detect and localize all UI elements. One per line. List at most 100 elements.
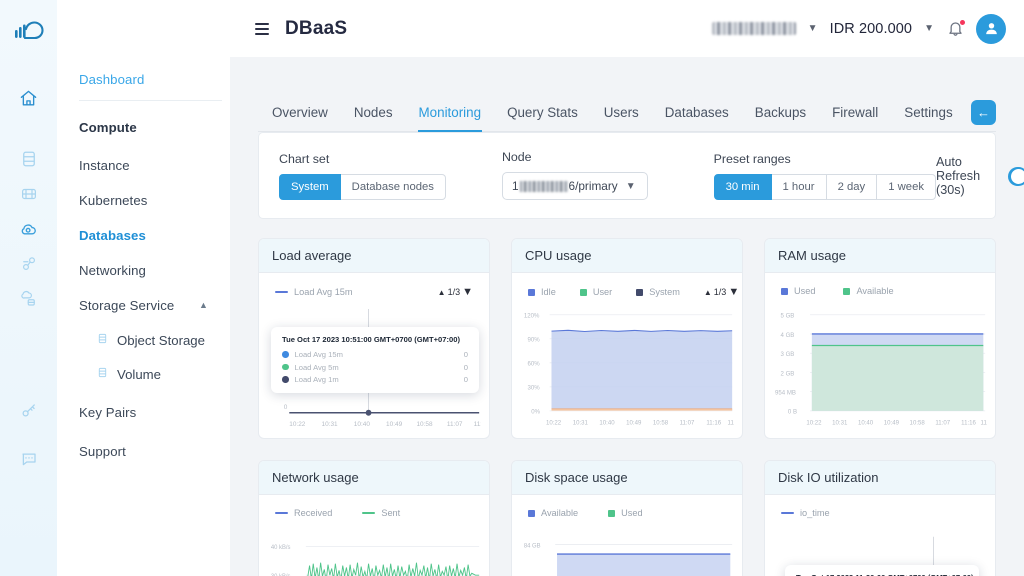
svg-text:3 GB: 3 GB	[781, 351, 795, 358]
legend-item[interactable]: Available	[843, 286, 894, 296]
chart-plot-area[interactable]: 5 GB 4 GB 3 GB 2 GB 954 MB 0 B 10:22 10:…	[775, 309, 987, 432]
database-cloud-icon[interactable]	[12, 212, 46, 246]
svg-text:11:07: 11:07	[447, 421, 463, 428]
sidebar-item-volume[interactable]: Volume	[57, 357, 230, 391]
chart-body: Used Available 5 GB 4 GB 3 GB 2 GB 954 M…	[765, 273, 995, 438]
sidebar-item-storage-service[interactable]: Storage Service ▲	[57, 288, 230, 323]
svg-text:0%: 0%	[531, 409, 540, 416]
hamburger-icon[interactable]	[255, 22, 269, 35]
sidebar-item-kubernetes[interactable]: Kubernetes	[57, 183, 230, 218]
triangle-up-icon[interactable]: ▲	[704, 288, 712, 297]
chevron-down-icon[interactable]: ▼	[924, 23, 934, 34]
legend-item[interactable]: Load Avg 15m	[275, 287, 353, 297]
legend-label: Available	[856, 286, 894, 296]
sidebar-subitem-label: Volume	[117, 366, 161, 382]
sidebar-item-key-pairs[interactable]: Key Pairs	[57, 391, 230, 430]
user-avatar-icon[interactable]	[976, 13, 1006, 44]
tab-query-stats[interactable]: Query Stats	[494, 105, 591, 131]
legend-item[interactable]: Used	[781, 286, 815, 296]
svg-text:10:40: 10:40	[354, 421, 370, 428]
network-icon[interactable]	[12, 247, 46, 281]
chart-tooltip: Tue Oct 17 2023 10:51:00 GMT+0700 (GMT+0…	[271, 327, 479, 393]
sidebar-item-support[interactable]: Support	[57, 430, 230, 469]
chart-plot-area[interactable]: Tue Oct 17 2023 11:20:00 GMT+0700 (GMT+0…	[775, 531, 987, 576]
arrow-left-icon[interactable]: ←	[971, 100, 996, 125]
sidebar-item-instance[interactable]: Instance	[57, 148, 230, 183]
legend-item[interactable]: User	[579, 287, 612, 297]
preset-range-2-day[interactable]: 2 day	[826, 174, 878, 200]
sidebar-item-databases[interactable]: Databases	[57, 218, 230, 253]
legend-pager[interactable]: ▲ 1/3 ▼	[438, 286, 477, 298]
chart-plot-area[interactable]: 84 GB 56 GB	[522, 531, 734, 576]
server-icon[interactable]	[12, 142, 46, 176]
legend-item[interactable]: io_time	[781, 508, 830, 518]
sidebar-item-networking[interactable]: Networking	[57, 253, 230, 288]
chart-plot-area[interactable]: 120% 90% 60% 30% 0% 10:22 10:31 10:40 10…	[522, 309, 734, 432]
legend-pager[interactable]: ▲ 1/3 ▼	[704, 286, 742, 298]
legend-swatch	[781, 287, 788, 295]
svg-text:90%: 90%	[528, 337, 541, 344]
tooltip-dot	[282, 363, 289, 371]
svg-text:40 kB/s: 40 kB/s	[271, 545, 291, 551]
sidebar-item-dashboard[interactable]: Dashboard	[57, 62, 230, 100]
svg-text:10:49: 10:49	[884, 419, 900, 426]
svg-text:120%: 120%	[524, 313, 540, 320]
node-selected-value: 1 6/primary	[511, 179, 618, 193]
legend-item[interactable]: Available	[528, 508, 578, 518]
node-control: Node 1 6/primary ▼	[501, 150, 648, 200]
chart-set-option-system[interactable]: System	[279, 174, 341, 200]
key-icon[interactable]	[12, 393, 46, 427]
node-select[interactable]: 1 6/primary ▼	[501, 172, 648, 200]
sidebar-item-object-storage[interactable]: Object Storage	[57, 323, 230, 357]
tab-firewall[interactable]: Firewall	[819, 105, 891, 131]
legend-item[interactable]: System	[636, 287, 680, 297]
bell-icon[interactable]	[946, 19, 966, 39]
chat-icon[interactable]	[12, 442, 46, 476]
preset-range-30-min[interactable]: 30 min	[713, 174, 772, 200]
tab-users[interactable]: Users	[591, 105, 652, 131]
triangle-down-icon[interactable]: ▼	[462, 286, 473, 298]
svg-text:11:07: 11:07	[935, 419, 950, 426]
svg-text:60%: 60%	[528, 361, 541, 368]
tab-backups[interactable]: Backups	[742, 105, 819, 131]
legend-item[interactable]: Received	[275, 508, 332, 518]
sidebar-item-label: Storage Service	[79, 298, 175, 313]
svg-text:4 GB: 4 GB	[781, 332, 795, 339]
sidebar: Dashboard Compute Instance Kubernetes Da…	[57, 0, 230, 576]
svg-text:10:49: 10:49	[626, 419, 642, 426]
legend-item[interactable]: Sent	[362, 508, 400, 518]
triangle-up-icon[interactable]: ▲	[438, 288, 446, 297]
tooltip-series-name: Load Avg 5m	[294, 362, 339, 372]
chart-set-segmented: System Database nodes	[279, 174, 446, 200]
storage-icon[interactable]	[12, 282, 46, 316]
svg-text:10:31: 10:31	[832, 419, 848, 426]
kubernetes-icon[interactable]	[12, 177, 46, 211]
legend-label: Used	[794, 286, 816, 296]
tab-settings[interactable]: Settings	[891, 105, 965, 131]
preset-range-1-hour[interactable]: 1 hour	[771, 174, 827, 200]
node-label: Node	[501, 150, 532, 164]
tab-databases[interactable]: Databases	[652, 105, 742, 131]
volume-icon	[97, 366, 108, 382]
tab-bar: Overview Nodes Monitoring Query Stats Us…	[258, 57, 996, 132]
home-icon[interactable]	[12, 81, 46, 115]
svg-text:10:58: 10:58	[416, 421, 432, 428]
tab-nodes[interactable]: Nodes	[341, 105, 406, 131]
svg-text:10:22: 10:22	[546, 419, 562, 426]
tooltip-series-value: 0	[463, 375, 468, 384]
chart-plot-area[interactable]: 40 kB/s 30 kB/s	[269, 531, 481, 576]
tab-overview[interactable]: Overview	[258, 105, 341, 131]
legend-swatch	[275, 291, 288, 293]
legend-item[interactable]: Idle	[528, 287, 556, 297]
auto-refresh-toggle[interactable]	[1007, 166, 1024, 186]
triangle-down-icon[interactable]: ▼	[728, 286, 739, 298]
svg-text:10:49: 10:49	[386, 421, 402, 428]
preset-range-1-week[interactable]: 1 week	[877, 174, 936, 200]
chart-plot-area[interactable]: 0 10:22 10:31 10:40 10:49 10:58 11:07 11…	[269, 309, 481, 432]
legend-label: Idle	[541, 287, 556, 297]
chart-set-option-database-nodes[interactable]: Database nodes	[340, 174, 446, 200]
legend-item[interactable]: Used	[608, 508, 643, 518]
chevron-down-icon[interactable]: ▼	[808, 23, 818, 34]
content-panel: Overview Nodes Monitoring Query Stats Us…	[230, 57, 1024, 576]
tab-monitoring[interactable]: Monitoring	[406, 105, 495, 132]
